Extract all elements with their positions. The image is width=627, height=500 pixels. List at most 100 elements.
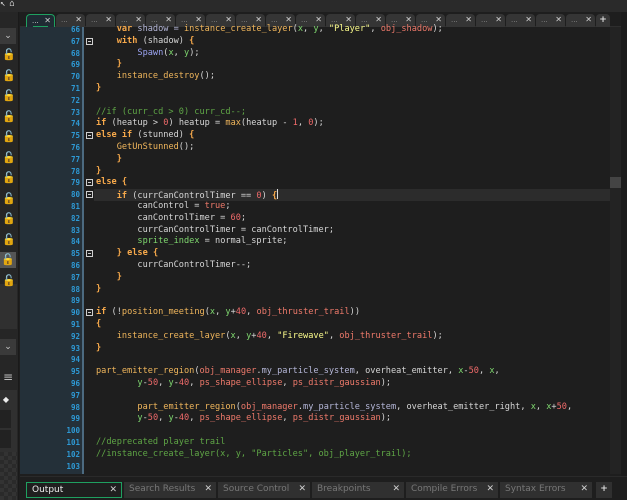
vertical-scrollbar[interactable] <box>610 27 621 474</box>
tab-label: ... <box>61 16 68 24</box>
code-token: (stunned) <box>132 130 190 141</box>
lock-icon[interactable]: 🔓 <box>2 273 16 289</box>
basket-icon[interactable]: ⌂ <box>9 0 14 10</box>
code-line[interactable]: else if (stunned) { <box>96 130 610 142</box>
lock-icon[interactable]: 🔓 <box>2 109 16 125</box>
fold-toggle-icon[interactable] <box>86 191 93 199</box>
code-token: obj_shadow <box>380 24 433 34</box>
code-line[interactable]: //instance_create_layer(x, y, "Particles… <box>96 449 610 461</box>
code-line[interactable]: part_emitter_region(obj_manager.my_parti… <box>96 366 610 378</box>
code-line[interactable]: instance_create_layer(x, y+40, "Firewave… <box>96 331 610 343</box>
bottom-tab-syntax-errors[interactable]: Syntax Errors ✕ <box>500 482 592 498</box>
lock-icon[interactable]: 🔓 <box>0 252 16 268</box>
lock-icon[interactable]: 🔓 <box>2 170 16 186</box>
code-token: with <box>116 35 138 46</box>
code-line[interactable]: var shadow = instance_create_layer(x, y,… <box>96 24 610 36</box>
left-sidebar: ⌄ ⌄ ≡ ◆ 🔓 🔓 🔓 🔓 🔓 🔓 🔓 🔓 🔓 🔓 🔓 🔓 <box>0 12 19 500</box>
bottom-tab-compile-errors[interactable]: Compile Errors ✕ <box>406 482 498 498</box>
close-icon[interactable]: ✕ <box>392 482 400 497</box>
menu-button[interactable]: ≡ <box>0 369 16 385</box>
lock-icon[interactable]: 🔓 <box>2 129 16 145</box>
code-token: obj_manager <box>240 401 298 412</box>
lock-icon[interactable]: 🔓 <box>2 150 16 166</box>
collapse-button-2[interactable]: ⌄ <box>0 339 16 355</box>
tab-label: Search Results <box>129 484 196 494</box>
code-line[interactable]: GetUnStunned(); <box>96 142 610 154</box>
code-line[interactable]: } <box>96 272 610 284</box>
close-icon[interactable]: ✕ <box>486 482 494 497</box>
line-number: 99 <box>70 414 80 424</box>
swatch[interactable] <box>0 410 11 428</box>
code-token: instance_create_layer <box>183 24 293 34</box>
lock-icon[interactable]: 🔓 <box>2 211 16 227</box>
code-line[interactable]: //deprecated player trail <box>96 437 610 449</box>
code-token: 50 <box>468 366 479 377</box>
code-line[interactable]: Spawn(x, y); <box>96 48 610 60</box>
code-line[interactable]: canControlTimer = 60; <box>96 213 610 225</box>
code-line[interactable]: } else { <box>96 248 610 260</box>
code-line[interactable]: else { <box>96 177 610 189</box>
code-line[interactable]: } <box>96 166 610 178</box>
code-line[interactable]: instance_destroy(); <box>96 71 610 83</box>
code-token: { <box>189 130 195 141</box>
arrow-icon[interactable]: ↖ <box>0 0 5 10</box>
tab-label: ... <box>361 16 368 24</box>
tab-label: ... <box>511 16 518 24</box>
code-line[interactable]: if (heatup > 0) heatup = max(heatup - 1,… <box>96 118 610 130</box>
lock-icon[interactable]: 🔓 <box>2 232 16 248</box>
code-line[interactable]: canControl = true; <box>96 201 610 213</box>
code-line[interactable]: part_emitter_region(obj_manager.my_parti… <box>96 402 610 414</box>
code-line[interactable]: } <box>96 284 610 296</box>
code-line[interactable]: } <box>96 59 610 71</box>
code-line[interactable]: sprite_index = normal_sprite; <box>96 236 610 248</box>
collapse-button[interactable]: ⌄ <box>0 28 16 44</box>
scrollbar-thumb[interactable] <box>610 177 621 188</box>
add-tab-button[interactable]: + <box>596 482 612 498</box>
code-line[interactable]: with (shadow) { <box>96 36 610 48</box>
code-token: my_particle_system <box>303 401 397 412</box>
close-icon[interactable]: ✕ <box>109 483 117 498</box>
fold-toggle-icon[interactable] <box>86 179 93 187</box>
code-line[interactable]: if (!position_meeting(x, y+40, obj_thrus… <box>96 307 610 319</box>
code-line[interactable]: } <box>96 343 610 355</box>
lock-icon[interactable]: 🔓 <box>2 88 16 104</box>
lock-icon[interactable]: 🔓 <box>2 68 16 84</box>
code-line[interactable]: { <box>96 319 610 331</box>
fold-toggle-icon[interactable] <box>86 37 93 45</box>
code-token: } <box>96 283 102 294</box>
code-token: } <box>96 165 102 176</box>
code-line[interactable]: y-50, y-40, ps_shape_ellipse, ps_distr_g… <box>96 378 610 390</box>
bottom-tab-source-control[interactable]: Source Control ✕ <box>218 482 310 498</box>
code-line[interactable]: currCanControlTimer = canControlTimer; <box>96 225 610 237</box>
code-line[interactable]: currCanControlTimer--; <box>96 260 610 272</box>
bottom-tab-search-results[interactable]: Search Results ✕ <box>124 482 216 498</box>
fold-toggle-icon[interactable] <box>86 132 93 140</box>
code-line[interactable]: y-50, y-40, ps_shape_ellipse, ps_distr_g… <box>96 413 610 425</box>
close-icon[interactable]: ✕ <box>580 482 588 497</box>
close-icon[interactable]: ✕ <box>204 482 212 497</box>
code-line[interactable]: //if (curr_cd > 0) curr_cd--; <box>96 107 610 119</box>
swatch[interactable] <box>0 430 11 448</box>
fold-toggle-icon[interactable] <box>86 309 93 317</box>
code-token: , <box>328 330 340 341</box>
line-number: 75 <box>70 131 80 141</box>
line-number: 74 <box>70 119 80 129</box>
tab-label: ... <box>451 16 458 24</box>
line-number: 90 <box>70 308 80 318</box>
bottom-tab-breakpoints[interactable]: Breakpoints ✕ <box>312 482 404 498</box>
code-line[interactable]: } <box>96 154 610 166</box>
tab-label: ... <box>331 16 338 24</box>
close-icon[interactable]: ✕ <box>298 482 306 497</box>
code-token: , <box>566 401 573 412</box>
fold-toggle-icon[interactable] <box>86 250 93 258</box>
lock-icon[interactable]: 🔓 <box>2 47 16 63</box>
code-token: , <box>297 118 309 129</box>
code-line[interactable]: } <box>96 83 610 95</box>
code-editor[interactable]: 66 var shadow = instance_create_layer(x,… <box>20 24 610 474</box>
lock-icon[interactable]: 🔓 <box>2 191 16 207</box>
bottom-tab-output[interactable]: Output ✕ <box>26 482 122 498</box>
